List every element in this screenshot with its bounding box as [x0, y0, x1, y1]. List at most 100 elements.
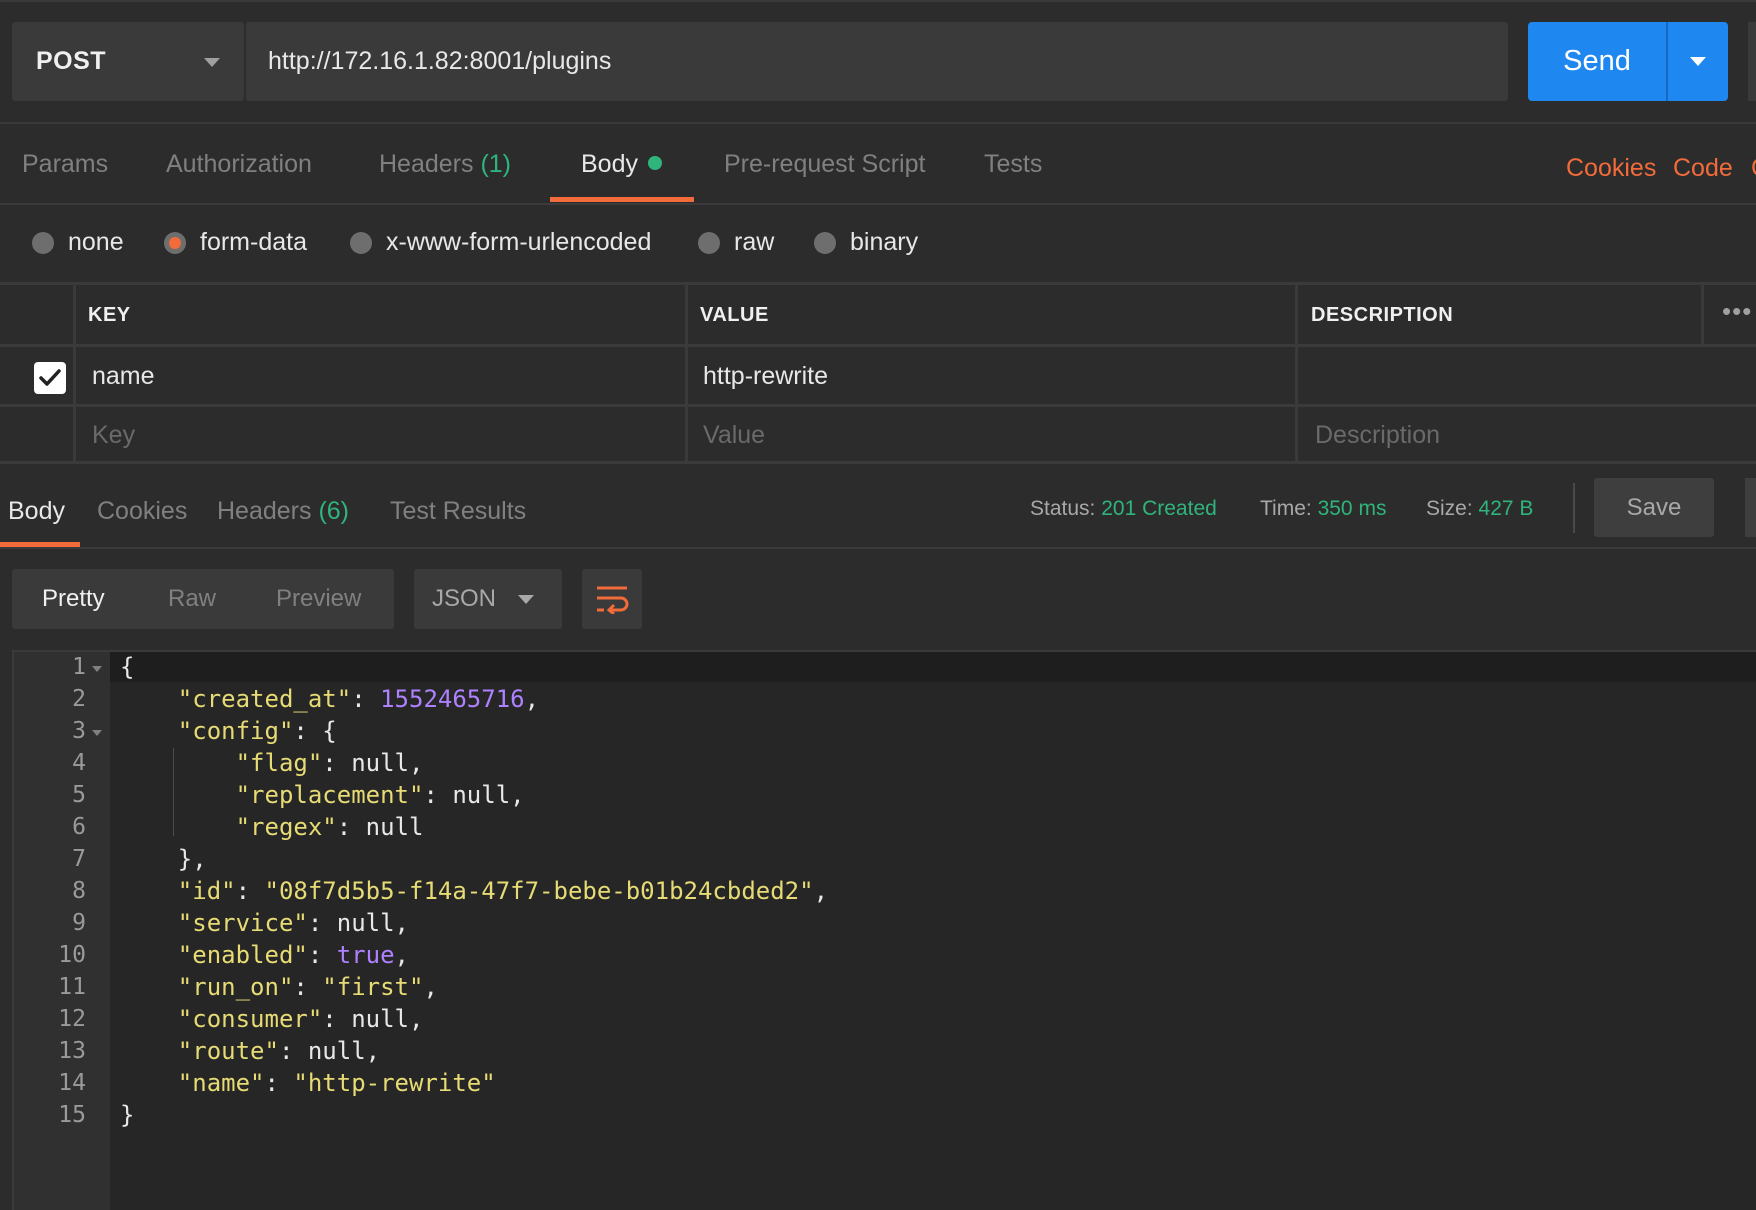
tab-body[interactable]: Body — [581, 150, 662, 179]
fold-arrow-icon[interactable] — [92, 666, 102, 672]
size-label: Size: — [1426, 497, 1473, 520]
code-line: "route": null, — [177, 1037, 381, 1065]
line-number: 15 — [58, 1102, 86, 1128]
code-line: "flag": null, — [235, 749, 424, 777]
new-value-field[interactable]: Value — [703, 421, 765, 450]
view-preview-button[interactable]: Preview — [276, 569, 361, 629]
column-header-value: VALUE — [700, 304, 769, 326]
response-tab-body[interactable]: Body — [8, 497, 65, 526]
json-number-value: 1552465716 — [380, 685, 525, 713]
response-tab-cookies-label: Cookies — [97, 497, 188, 525]
checkmark-icon — [39, 369, 61, 386]
line-number: 5 — [72, 782, 86, 808]
response-tab-test-results[interactable]: Test Results — [390, 497, 526, 526]
response-options-edge[interactable] — [1745, 478, 1756, 537]
overflow-link-edge: C — [1751, 154, 1756, 183]
send-dropdown-button[interactable] — [1668, 22, 1728, 101]
method-select[interactable]: POST — [12, 22, 244, 101]
radio-none[interactable]: none — [32, 228, 124, 257]
json-null-value: null — [336, 909, 395, 937]
row-value-field[interactable]: http-rewrite — [703, 362, 828, 391]
top-border — [0, 0, 1756, 2]
json-string-value: http-rewrite — [307, 1069, 482, 1097]
save-response-button[interactable]: Save — [1594, 478, 1714, 537]
code-line: }, — [120, 845, 207, 873]
radio-circle — [350, 231, 372, 254]
row-enabled-checkbox[interactable] — [34, 362, 66, 394]
response-time: Time: 350 ms — [1260, 497, 1386, 521]
code-line: "regex": null — [235, 813, 424, 841]
tab-body-label: Body — [581, 150, 638, 178]
chevron-down-icon — [204, 58, 220, 67]
method-label: POST — [36, 47, 107, 75]
code-line: "consumer": null, — [177, 1005, 424, 1033]
radio-form-data[interactable]: form-data — [164, 228, 307, 257]
divider — [0, 203, 1756, 205]
cookies-link[interactable]: Cookies — [1566, 154, 1656, 183]
tab-headers[interactable]: Headers (1) — [379, 150, 511, 179]
response-size: Size: 427 B — [1426, 497, 1533, 521]
tab-headers-label: Headers — [379, 150, 474, 178]
chevron-down-icon — [518, 595, 534, 604]
format-select[interactable]: JSON — [414, 569, 562, 629]
status-label: Status: — [1030, 497, 1096, 520]
json-null-value: null — [351, 1005, 409, 1033]
line-number: 14 — [58, 1070, 86, 1096]
response-tab-headers[interactable]: Headers (6) — [217, 497, 349, 526]
save-button-edge[interactable] — [1748, 22, 1756, 101]
more-options-icon[interactable]: ••• — [1722, 296, 1752, 327]
response-tab-body-label: Body — [8, 497, 65, 525]
line-number: 10 — [58, 942, 86, 968]
status-value: 201 Created — [1101, 497, 1217, 520]
response-status: Status: 201 Created — [1030, 497, 1217, 521]
json-null-value: null — [351, 749, 409, 777]
view-mode-group: Pretty Raw Preview — [12, 569, 394, 629]
code-line: "replacement": null, — [235, 781, 525, 809]
line-number: 1 — [72, 654, 86, 680]
time-value: 350 ms — [1317, 497, 1387, 520]
response-body-editor[interactable]: 1 2 3 4 5 6 7 8 9 10 11 12 13 14 15 { "c… — [12, 650, 1756, 1210]
radio-x-www-form-urlencoded[interactable]: x-www-form-urlencoded — [350, 228, 651, 257]
radio-none-label: none — [68, 228, 124, 256]
new-key-field[interactable]: Key — [92, 421, 135, 450]
code-line: "config": { — [177, 717, 337, 745]
json-boolean-value: true — [336, 941, 395, 969]
json-null-value: null — [307, 1037, 366, 1065]
view-pretty-button[interactable]: Pretty — [42, 569, 105, 629]
line-number: 12 — [58, 1006, 86, 1032]
url-input[interactable]: http://172.16.1.82:8001/plugins — [246, 22, 1508, 101]
new-description-field[interactable]: Description — [1315, 421, 1440, 450]
tab-authorization[interactable]: Authorization — [166, 150, 312, 179]
column-header-description: DESCRIPTION — [1311, 304, 1454, 326]
tab-tests[interactable]: Tests — [984, 150, 1042, 179]
tab-params[interactable]: Params — [22, 150, 108, 179]
json-null-value: null — [365, 813, 424, 841]
response-tab-headers-label: Headers — [217, 497, 312, 525]
send-button[interactable]: Send — [1528, 22, 1666, 101]
code-line: "name": "http-rewrite" — [177, 1069, 496, 1097]
response-headers-count: (6) — [318, 497, 350, 525]
line-number: 11 — [58, 974, 86, 1000]
line-number: 7 — [72, 846, 86, 872]
view-raw-button[interactable]: Raw — [168, 569, 216, 629]
code-line: "created_at": 1552465716, — [177, 685, 540, 713]
tab-pre-request-script[interactable]: Pre-request Script — [724, 150, 925, 179]
line-number: 3 — [72, 718, 86, 744]
code-line: "id": "08f7d5b5-f14a-47f7-bebe-b01b24cbd… — [177, 877, 829, 905]
form-data-table: KEY VALUE DESCRIPTION name http-rewrite … — [0, 282, 1756, 464]
wrap-lines-button[interactable] — [582, 569, 642, 629]
code-link[interactable]: Code — [1673, 154, 1733, 183]
divider — [0, 122, 1756, 124]
row-key-field[interactable]: name — [92, 362, 155, 391]
send-button-group[interactable]: Send — [1528, 22, 1728, 101]
active-line-highlight — [110, 652, 1756, 682]
radio-raw[interactable]: raw — [698, 228, 774, 257]
radio-circle — [814, 231, 836, 254]
radio-binary[interactable]: binary — [814, 228, 918, 257]
tab-tests-label: Tests — [984, 150, 1043, 178]
format-label: JSON — [432, 585, 497, 612]
fold-arrow-icon[interactable] — [92, 730, 102, 736]
radio-urlencoded-label: x-www-form-urlencoded — [386, 228, 652, 256]
response-tab-cookies[interactable]: Cookies — [97, 497, 187, 526]
json-string-value: first — [336, 973, 409, 1001]
